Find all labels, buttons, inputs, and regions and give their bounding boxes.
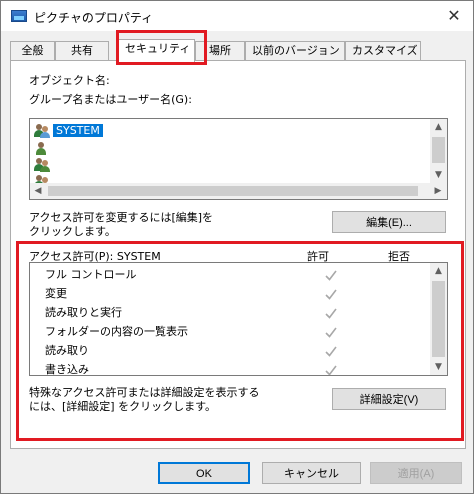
ok-button[interactable]: OK [158, 462, 250, 484]
tab-customize[interactable]: カスタマイズ [345, 41, 421, 61]
tab-strip: 全般 共有 セキュリティ 場所 以前のバージョン カスタマイズ [10, 39, 470, 62]
list-item[interactable] [34, 140, 428, 156]
user-list-vscroll[interactable]: ▲ ▼ [430, 119, 447, 183]
edit-button[interactable]: 編集(E)... [332, 211, 446, 233]
cancel-button[interactable]: キャンセル [262, 462, 361, 484]
list-item[interactable] [34, 157, 428, 173]
security-tab-highlight [116, 30, 207, 65]
close-icon[interactable]: ✕ [443, 5, 465, 27]
scroll-right-icon[interactable]: ▶ [430, 183, 446, 199]
user-icon [34, 141, 50, 155]
properties-dialog: ピクチャのプロパティ ✕ 全般 共有 セキュリティ 場所 以前のバージョン カス… [0, 0, 474, 494]
group-users-icon [34, 158, 50, 172]
object-name-label: オブジェクト名: [29, 74, 110, 87]
list-item[interactable]: SYSTEM [34, 123, 428, 139]
apply-button[interactable]: 適用(A) [370, 462, 462, 484]
permissions-highlight [16, 241, 464, 441]
user-list[interactable]: SYSTEM ▲ ▼ ◀ ▶ [29, 118, 448, 200]
group-label: グループ名またはユーザー名(G): [29, 93, 192, 106]
tab-previous-versions[interactable]: 以前のバージョン [245, 41, 345, 61]
edit-hint: アクセス許可を変更するには[編集]を クリックします。 [29, 211, 214, 238]
group-users-icon [34, 124, 50, 138]
title-bar[interactable]: ピクチャのプロパティ ✕ [1, 1, 473, 31]
scroll-down-icon[interactable]: ▼ [430, 167, 447, 183]
tab-general[interactable]: 全般 [10, 41, 55, 61]
tab-sharing[interactable]: 共有 [55, 41, 109, 61]
window-title: ピクチャのプロパティ [34, 11, 154, 25]
scroll-left-icon[interactable]: ◀ [30, 183, 46, 199]
user-list-hscroll[interactable]: ◀ ▶ [30, 183, 447, 199]
scroll-thumb[interactable] [432, 137, 445, 163]
scroll-thumb[interactable] [48, 186, 418, 196]
scroll-up-icon[interactable]: ▲ [430, 119, 447, 135]
user-name: SYSTEM [53, 124, 103, 137]
folder-picture-icon [11, 10, 27, 22]
